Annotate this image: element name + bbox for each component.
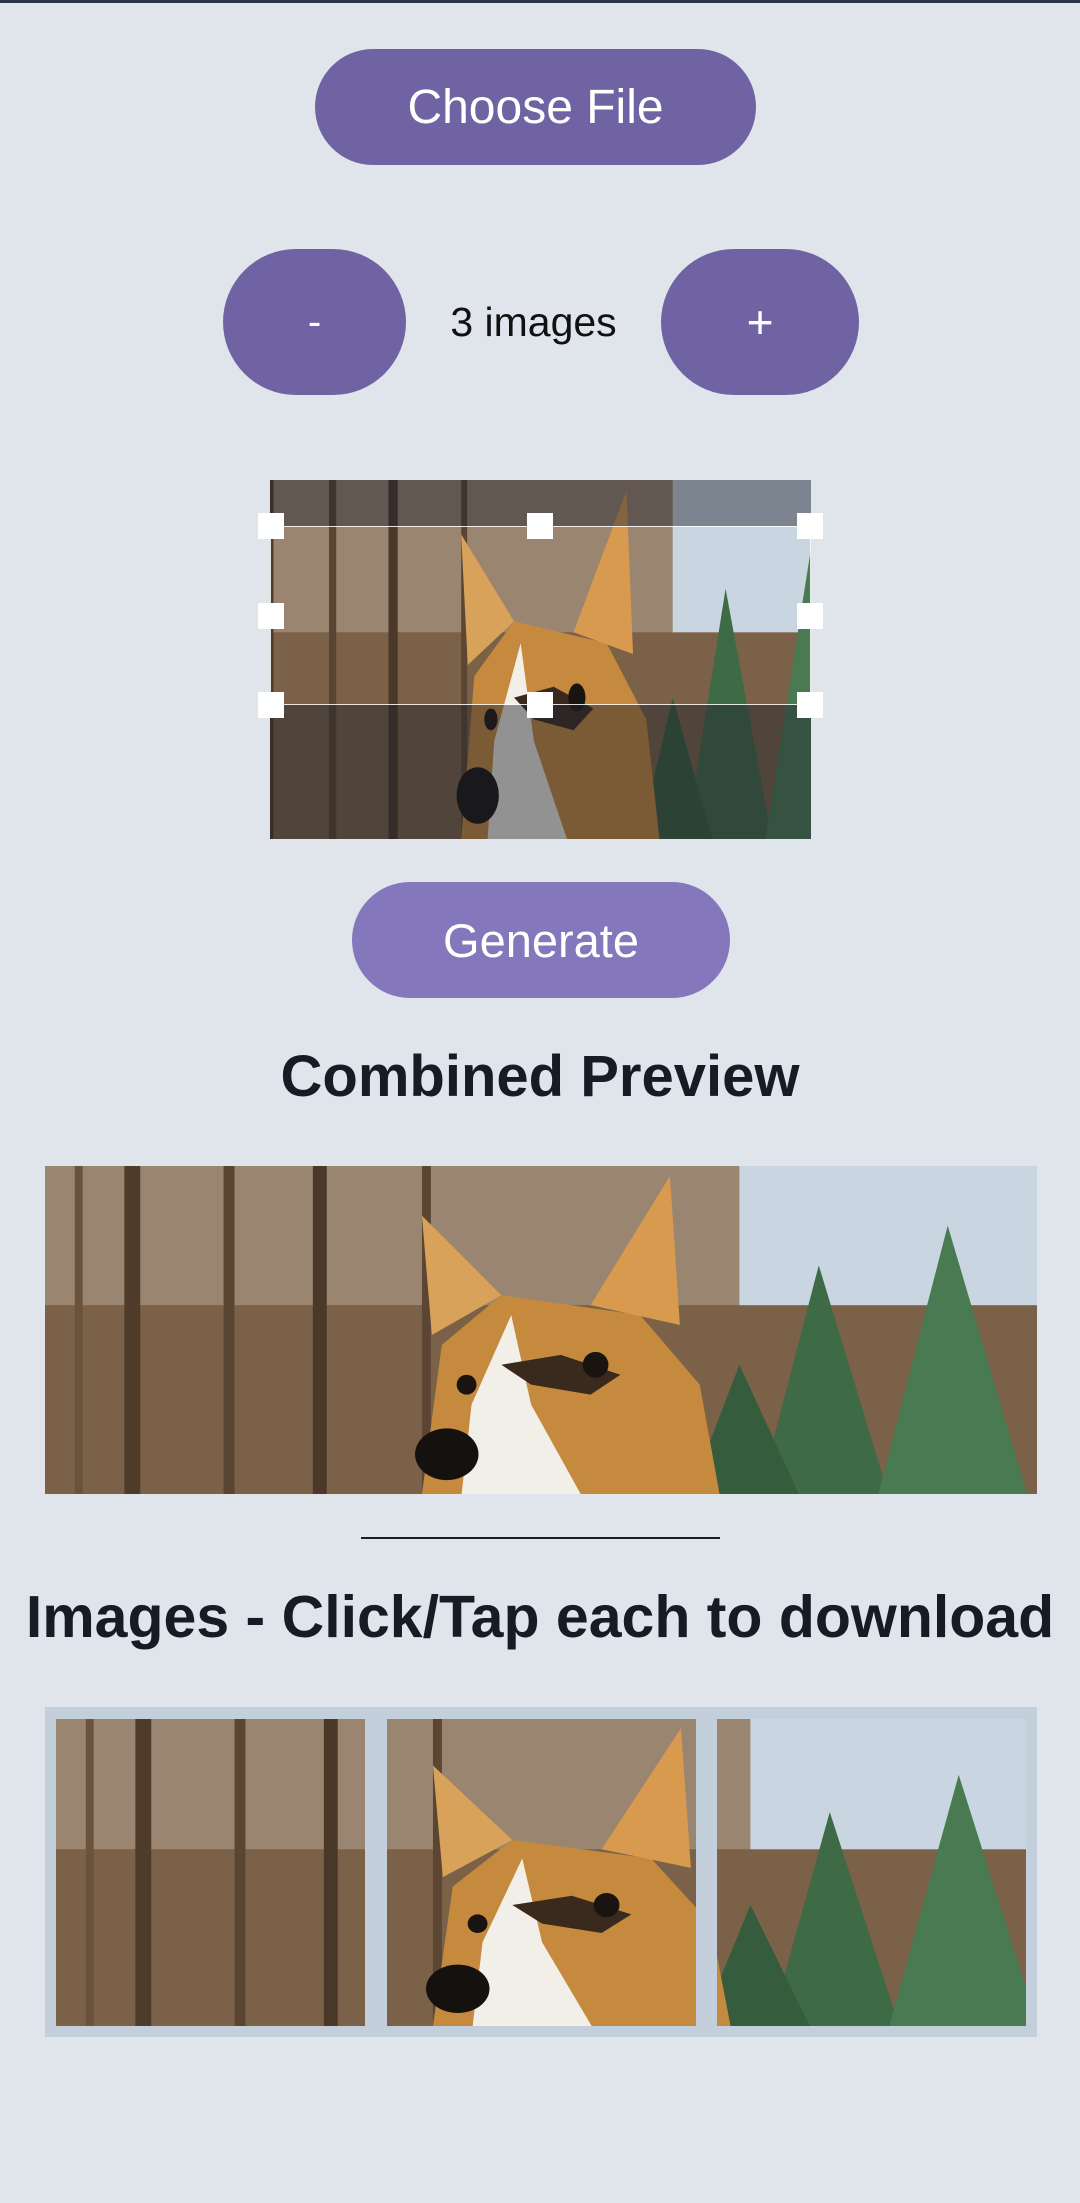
page: Choose File - 3 images + Generate Combin… bbox=[0, 0, 1080, 2203]
crop-handle-top-right[interactable] bbox=[797, 513, 823, 539]
image-tile-2[interactable] bbox=[387, 1719, 696, 2026]
image-tile-1-photo bbox=[56, 1719, 365, 2026]
crop-handle-bottom-left[interactable] bbox=[258, 692, 284, 718]
section-divider bbox=[361, 1537, 720, 1539]
generate-button[interactable]: Generate bbox=[352, 882, 730, 998]
crop-handle-top-left[interactable] bbox=[258, 513, 284, 539]
image-tiles-container bbox=[45, 1707, 1037, 2037]
image-tile-2-photo bbox=[387, 1719, 696, 2026]
increment-images-button[interactable]: + bbox=[661, 249, 859, 395]
crop-selection[interactable] bbox=[270, 526, 811, 705]
crop-handle-middle-left[interactable] bbox=[258, 603, 284, 629]
image-count-label: 3 images bbox=[450, 298, 617, 345]
crop-handle-bottom-right[interactable] bbox=[797, 692, 823, 718]
image-tile-1[interactable] bbox=[56, 1719, 365, 2026]
combined-preview-image bbox=[45, 1166, 1037, 1494]
crop-handle-bottom-center[interactable] bbox=[527, 692, 553, 718]
decrement-images-button[interactable]: - bbox=[223, 249, 406, 395]
image-tile-3[interactable] bbox=[717, 1719, 1026, 2026]
dog-photo-wide bbox=[45, 1166, 1037, 1494]
crop-handle-top-center[interactable] bbox=[527, 513, 553, 539]
combined-preview-heading: Combined Preview bbox=[280, 1044, 800, 1109]
crop-overlay-bottom bbox=[270, 705, 811, 839]
image-tile-3-photo bbox=[717, 1719, 1026, 2026]
crop-handle-middle-right[interactable] bbox=[797, 603, 823, 629]
images-heading: Images - Click/Tap each to download bbox=[25, 1584, 1055, 1650]
choose-file-button[interactable]: Choose File bbox=[315, 49, 756, 165]
